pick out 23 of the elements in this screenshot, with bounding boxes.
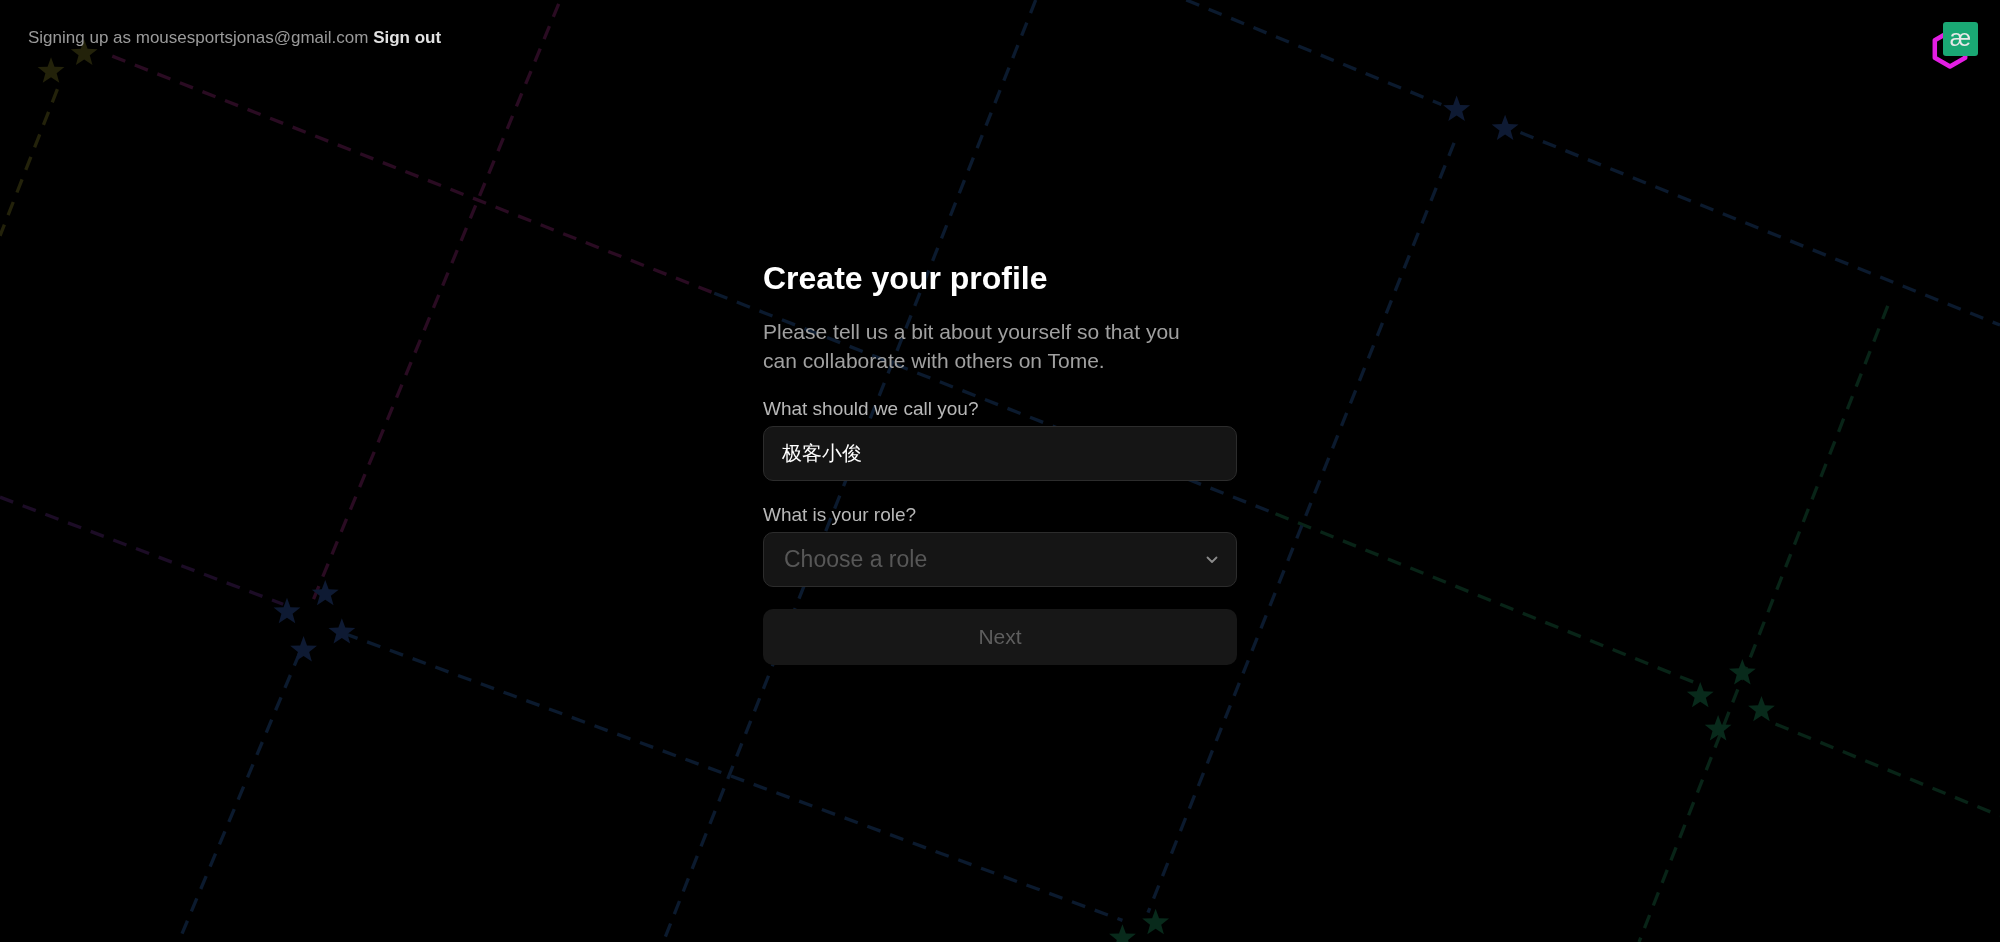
star-icon [1142, 908, 1169, 935]
star-icon [1443, 95, 1471, 121]
field-label: What should we call you? [763, 398, 980, 420]
star-icon [1728, 659, 1756, 685]
description-text: Please tell us a bit about yourself so that you can collaborate with others on Tome. [763, 319, 1181, 374]
star-icon [290, 636, 317, 662]
avatar-tile[interactable]: æ [1943, 22, 1978, 56]
star-icon [273, 597, 301, 624]
star-icon [37, 57, 65, 83]
star-icon [328, 618, 356, 644]
chevron-down-icon [1206, 555, 1218, 564]
sign-out-link[interactable]: Sign out [373, 28, 442, 47]
star-icon [1491, 114, 1519, 141]
signup-status-text: Signing up as mousesportsjonas@gmail.com [28, 28, 369, 47]
star-icon [1748, 696, 1775, 722]
page-title: Create your profile [763, 259, 1049, 297]
star-icon [1704, 715, 1732, 741]
star-icon [311, 580, 339, 606]
star-icon [1686, 681, 1714, 708]
name-input[interactable]: 极客小俊 [763, 426, 1237, 481]
role-dropdown[interactable]: Choose a role [763, 532, 1237, 587]
field-label: What is your role? [763, 504, 918, 526]
star-icon [1109, 924, 1136, 942]
